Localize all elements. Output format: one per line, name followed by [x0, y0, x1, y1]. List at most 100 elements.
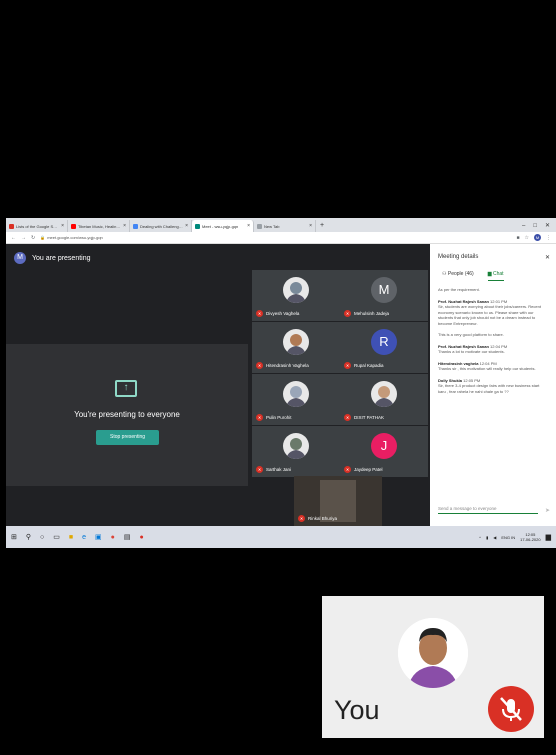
participant-name: Hitendrasinh Vaghela	[266, 363, 309, 368]
participant-photo	[283, 277, 309, 303]
participant-tile[interactable]: ✕ Hitendrasinh Vaghela	[252, 322, 340, 373]
network-icon[interactable]: ▮	[486, 535, 488, 540]
chrome-icon[interactable]: ●	[111, 534, 115, 541]
message-author: Hitendrasinh vaghela	[438, 360, 479, 366]
participant-avatar: R	[371, 329, 397, 355]
participant-tile[interactable]: J ✕ Jaydeep Patel	[340, 426, 428, 477]
star-icon[interactable]: ☆	[525, 235, 529, 241]
minimize-button[interactable]: –	[522, 220, 525, 232]
close-tab-icon[interactable]: ×	[123, 223, 126, 229]
participant-photo	[283, 329, 309, 355]
mic-off-icon: ✕	[344, 466, 351, 473]
close-window-button[interactable]: ✕	[545, 220, 550, 232]
edge-icon[interactable]: e	[82, 534, 86, 541]
windows-icon[interactable]: ⊞	[11, 533, 17, 541]
presenting-bar: M You are presenting	[14, 252, 91, 264]
close-tab-icon[interactable]: ×	[185, 223, 188, 229]
maximize-button[interactable]: □	[533, 220, 537, 232]
clock[interactable]: 12:05 17-06-2020	[520, 532, 540, 542]
tab-4[interactable]: New Tab ×	[254, 220, 316, 232]
tab-0[interactable]: Lists of the Google Sheet for T×	[6, 220, 68, 232]
mic-off-icon: ✕	[256, 310, 263, 317]
panel-title: Meeting details	[438, 254, 479, 260]
camera-icon[interactable]: ■	[516, 235, 519, 241]
tab-1[interactable]: Tibetan Music, Healing Music×	[68, 220, 130, 232]
participant-tile[interactable]: ✕ Divyesh Vaghela	[252, 270, 340, 321]
mic-off-icon: ✕	[256, 414, 263, 421]
language-indicator[interactable]: ENG IN	[501, 535, 515, 540]
stop-presenting-button[interactable]: Stop presenting	[96, 430, 159, 445]
meet-stage: M You are presenting ↑ You're presenting…	[6, 244, 430, 526]
chevron-up-icon[interactable]: ^	[479, 535, 481, 540]
url-field[interactable]: 🔒 meet.google.com/wsu-yqjp-gqn	[40, 235, 511, 240]
volume-icon[interactable]: ◀	[493, 535, 496, 540]
cortana-icon[interactable]: ○	[40, 534, 44, 541]
message-time: 12:04 PM	[479, 360, 497, 366]
participant-name: Rinkal Bhuriya	[308, 516, 338, 521]
presentation-panel: ↑ You're presenting to everyone Stop pre…	[6, 344, 248, 486]
send-icon[interactable]: ➤	[545, 507, 550, 514]
message-author: Prof. Nuzhat Rajesh Sanan	[438, 343, 489, 349]
new-tab-button[interactable]: +	[316, 220, 328, 232]
tab-2[interactable]: Dealing with Challenging Clas×	[130, 220, 192, 232]
chat-input[interactable]: Send a message to everyone	[438, 506, 538, 514]
reload-icon[interactable]: ↻	[31, 235, 35, 241]
chat-message: Dolly Shukla 12:05 PM Sir, there 3-4 prod…	[438, 378, 548, 395]
meeting-details-panel: Meeting details ✕ ⚇ People (46) ▆ Chat A…	[430, 244, 556, 526]
participant-name: Pulin Purohit	[266, 415, 292, 420]
mic-off-button[interactable]	[488, 686, 534, 732]
participant-tile[interactable]: ✕ Pulin Purohit	[252, 374, 340, 425]
participant-tile[interactable]: ✕ Sarthak Jani	[252, 426, 340, 477]
chat-message: Hitendrasinh vaghela 12:04 PM Thanks sir …	[438, 361, 548, 372]
menu-icon[interactable]: ⋮	[546, 235, 551, 241]
address-bar: ← → ↻ 🔒 meet.google.com/wsu-yqjp-gqn ■ ☆…	[6, 232, 556, 244]
close-tab-icon[interactable]: ×	[61, 223, 64, 229]
mic-off-icon: ✕	[256, 362, 263, 369]
participant-name: Jaydeep Patel	[354, 467, 383, 472]
profile-avatar[interactable]: M	[534, 234, 541, 241]
photos-icon[interactable]: ▤	[124, 533, 131, 541]
self-label: You	[334, 695, 380, 725]
participant-photo	[283, 381, 309, 407]
tab-3[interactable]: Meet - wsu-yqjp-gqn ×	[192, 220, 254, 232]
tab-favicon-icon	[9, 223, 14, 229]
browser-window: Lists of the Google Sheet for T×Tibetan …	[6, 218, 556, 548]
mic-off-icon: ✕	[344, 414, 351, 421]
tab-bar: Lists of the Google Sheet for T×Tibetan …	[6, 218, 556, 232]
participant-photo	[283, 433, 309, 459]
participant-tile[interactable]: M ✕ Mehulsinh Jadeja	[340, 270, 428, 321]
task-view-icon[interactable]: ▭	[53, 533, 60, 541]
tab-chat[interactable]: ▆ Chat	[487, 271, 504, 281]
search-icon[interactable]: ⚲	[26, 533, 31, 541]
close-icon[interactable]: ✕	[545, 254, 550, 261]
chat-messages: As per the requirement. Prof. Nuzhat Raje…	[430, 281, 556, 406]
forward-icon[interactable]: →	[21, 235, 26, 241]
participant-name: Sarthak Jani	[266, 467, 292, 472]
tab-favicon-icon	[257, 223, 262, 229]
close-tab-icon[interactable]: ×	[309, 223, 312, 229]
participant-tile[interactable]: ✕ Rinkal Bhuriya	[294, 476, 382, 526]
participant-name: DIXIT PATHAK	[354, 415, 385, 420]
tab-label: Dealing with Challenging Clas	[140, 223, 184, 229]
back-icon[interactable]: ←	[11, 235, 16, 241]
chat-message: This is a very good platform to share.	[438, 332, 548, 338]
screen: Lists of the Google Sheet for T×Tibetan …	[0, 0, 556, 755]
message-author: Prof. Nuzhat Rajesh Sanan	[438, 298, 489, 304]
presenter-avatar: M	[14, 252, 26, 264]
close-tab-icon[interactable]: ×	[247, 223, 250, 229]
message-time: 12:01 PM	[490, 298, 508, 304]
mic-off-icon	[500, 697, 522, 721]
notification-icon[interactable]: ▆	[546, 533, 551, 541]
message-author: Dolly Shukla	[438, 377, 463, 383]
app-icon[interactable]: ●	[140, 534, 144, 541]
chat-message: As per the requirement.	[438, 287, 548, 293]
participant-tile[interactable]: ✕ DIXIT PATHAK	[340, 374, 428, 425]
tab-favicon-icon	[133, 223, 138, 229]
participant-photo	[371, 381, 397, 407]
tab-label: Tibetan Music, Healing Music	[78, 223, 121, 229]
participant-tile[interactable]: R ✕ Rupal Kapadia	[340, 322, 428, 373]
tab-label: Lists of the Google Sheet for T	[16, 223, 59, 229]
file-explorer-icon[interactable]: ■	[69, 534, 73, 541]
tab-people[interactable]: ⚇ People (46)	[442, 271, 474, 281]
store-icon[interactable]: ▣	[95, 533, 102, 541]
